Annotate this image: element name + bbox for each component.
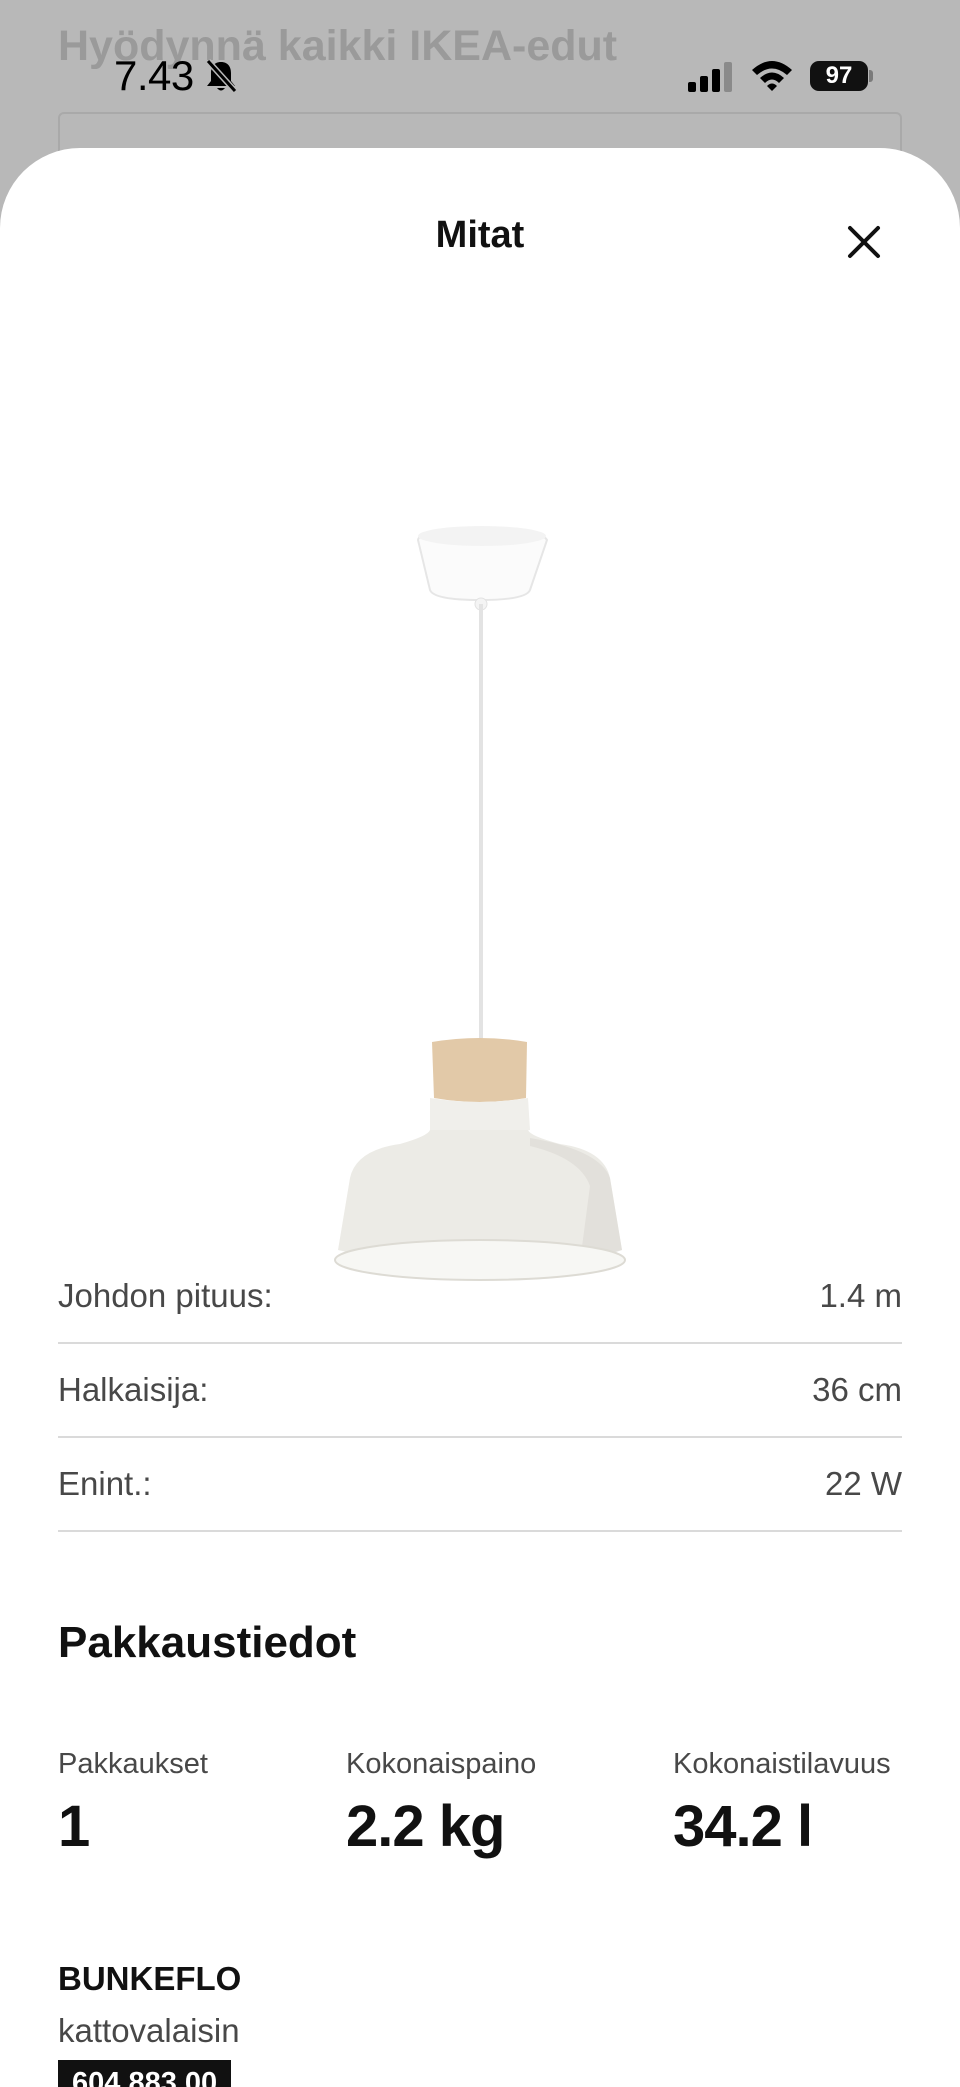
close-icon — [848, 226, 880, 258]
close-button[interactable] — [836, 214, 892, 270]
battery-indicator: 97 — [810, 61, 868, 91]
package-value: 34.2 l — [673, 1794, 813, 1859]
signal-icon — [688, 62, 734, 97]
status-time: 7.43 — [114, 52, 194, 99]
dimension-row-max-wattage: Enint.: 22 W — [58, 1438, 902, 1532]
dimensions-list: Johdon pituus: 1.4 m Halkaisija: 36 cm E… — [58, 1250, 902, 1532]
product-name: BUNKEFLO — [58, 1960, 242, 1997]
package-volume: Kokonaistilavuus 34.2 l — [673, 1748, 891, 1860]
dimensions-sheet: Mitat Johdon pituus: 1.4 m Halkaisija: 3… — [0, 148, 960, 2087]
product-image — [334, 526, 626, 1281]
dimension-label: Enint.: — [58, 1465, 152, 1502]
dimension-value: 22 W — [824, 1465, 902, 1502]
article-number-badge: 604.883.00 — [58, 2060, 232, 2087]
bell-slash-icon — [204, 58, 238, 99]
dimension-row-diameter: Halkaisija: 36 cm — [58, 1344, 902, 1438]
dimension-value: 36 cm — [812, 1371, 902, 1408]
package-value: 1 — [58, 1794, 90, 1859]
battery-cap — [869, 70, 873, 82]
dimension-label: Halkaisija: — [58, 1371, 209, 1408]
dimension-value: 1.4 m — [819, 1277, 902, 1314]
sheet-title: Mitat — [435, 214, 525, 256]
dimension-row-cord-length: Johdon pituus: 1.4 m — [58, 1250, 902, 1344]
wifi-icon — [750, 58, 794, 97]
package-value: 2.2 kg — [346, 1794, 505, 1859]
package-label: Pakkaukset — [58, 1748, 208, 1780]
package-weight: Kokonaispaino 2.2 kg — [346, 1748, 536, 1860]
package-label: Kokonaistilavuus — [673, 1748, 891, 1780]
package-label: Kokonaispaino — [346, 1748, 537, 1780]
product-type: kattovalaisin — [58, 2012, 240, 2049]
package-heading: Pakkaustiedot — [58, 1618, 357, 1667]
package-count: Pakkaukset 1 — [58, 1748, 208, 1860]
dimension-label: Johdon pituus: — [58, 1277, 273, 1314]
